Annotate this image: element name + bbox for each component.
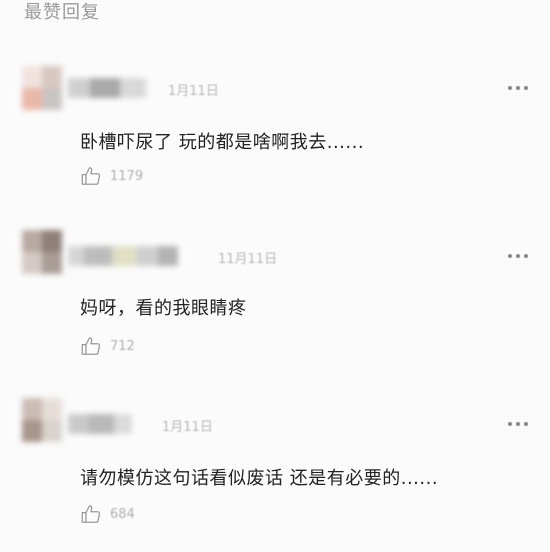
more-dots-icon[interactable] bbox=[508, 254, 530, 260]
hot-replies-page: 最赞回复 1月11日 卧槽吓尿了 玩的都是啥啊我去...... 1179 11月… bbox=[0, 0, 550, 552]
thumbs-up-icon bbox=[81, 505, 101, 523]
like-button[interactable]: 1179 bbox=[80, 164, 143, 188]
like-count: 712 bbox=[110, 338, 135, 354]
comment-item: 1月11日 卧槽吓尿了 玩的都是啥啊我去...... 1179 bbox=[0, 48, 550, 216]
username-blurred[interactable] bbox=[68, 246, 178, 266]
comment-item: 1月11日 请勿模仿这句话看似废话 还是有必要的...... 684 bbox=[0, 384, 550, 552]
comment-date: 1月11日 bbox=[168, 84, 219, 99]
like-button[interactable]: 712 bbox=[80, 334, 135, 358]
thumbs-up-icon bbox=[81, 337, 101, 355]
thumbs-up-icon bbox=[81, 167, 101, 185]
comment-date: 11月11日 bbox=[218, 252, 278, 267]
avatar[interactable] bbox=[22, 66, 62, 110]
section-title: 最赞回复 bbox=[24, 2, 100, 23]
comment-text: 请勿模仿这句话看似废话 还是有必要的...... bbox=[80, 468, 439, 489]
like-count: 1179 bbox=[110, 168, 144, 184]
avatar[interactable] bbox=[22, 398, 62, 442]
more-dots-icon[interactable] bbox=[508, 422, 530, 428]
comment-item: 11月11日 妈呀，看的我眼睛疼 712 bbox=[0, 216, 550, 384]
like-button[interactable]: 684 bbox=[80, 502, 135, 526]
avatar[interactable] bbox=[22, 230, 62, 274]
like-count: 684 bbox=[110, 506, 135, 522]
username-blurred[interactable] bbox=[68, 414, 132, 434]
comment-text: 卧槽吓尿了 玩的都是啥啊我去...... bbox=[80, 132, 365, 153]
username-blurred[interactable] bbox=[68, 78, 146, 98]
more-dots-icon[interactable] bbox=[508, 86, 530, 92]
comment-date: 1月11日 bbox=[162, 420, 213, 435]
comment-text: 妈呀，看的我眼睛疼 bbox=[80, 298, 247, 319]
